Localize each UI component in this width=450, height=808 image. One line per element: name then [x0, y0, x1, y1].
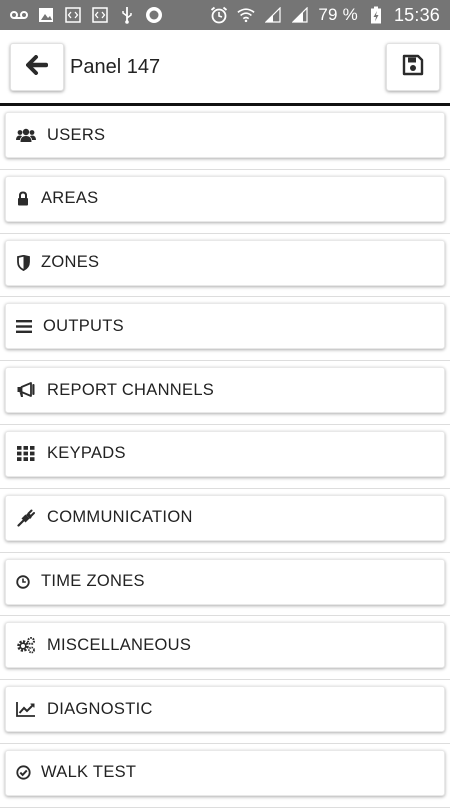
lock-icon: [15, 189, 31, 209]
menu-item-communication[interactable]: COMMUNICATION: [5, 494, 445, 541]
users-icon: [15, 125, 37, 145]
menu-item-label: ZONES: [41, 253, 100, 272]
list-item: WALK TEST: [0, 744, 450, 808]
alarm-icon: [210, 6, 228, 24]
save-button[interactable]: [386, 43, 440, 91]
battery-percent: 79 %: [318, 5, 358, 24]
signal-icon: [264, 7, 282, 23]
menu-item-label: TIME ZONES: [41, 572, 145, 591]
menu-item-label: MISCELLANEOUS: [47, 635, 192, 654]
clock-time: 15:36: [393, 4, 440, 25]
list-item: MISCELLANEOUS: [0, 616, 450, 681]
menu-item-users[interactable]: USERS: [5, 112, 445, 158]
list-item: ZONES: [0, 234, 450, 298]
menu-item-areas[interactable]: AREAS: [5, 175, 445, 222]
list-item: AREAS: [0, 170, 450, 234]
shield-icon: [15, 253, 31, 273]
menu-item-zones[interactable]: ZONES: [5, 239, 445, 286]
line-chart-icon: [15, 699, 37, 719]
menu-item-label: KEYPADS: [47, 444, 126, 463]
list-item: COMMUNICATION: [0, 489, 450, 553]
check-circle-icon: [15, 763, 31, 783]
menu-item-label: WALK TEST: [41, 763, 137, 782]
gears-icon: [15, 635, 37, 655]
keypad-grid-icon: [15, 444, 37, 464]
menu-item-label: OUTPUTS: [43, 316, 124, 335]
status-bar-right: 79 % 15:36: [210, 5, 440, 26]
battery-charging-icon: [367, 6, 385, 24]
menu-item-diagnostic[interactable]: DIAGNOSTIC: [5, 686, 445, 733]
list-item: REPORT CHANNELS: [0, 361, 450, 425]
image-icon: [37, 7, 55, 23]
list-item: KEYPADS: [0, 425, 450, 489]
menu-item-walk-test[interactable]: WALK TEST: [5, 749, 445, 796]
arrow-left-icon: [26, 54, 49, 80]
settings-menu: USERS AREAS ZONES OUTPUTS REPORT CHANNEL…: [0, 106, 450, 808]
menu-item-label: REPORT CHANNELS: [47, 380, 215, 399]
usb-icon: [118, 7, 136, 24]
list-item: DIAGNOSTIC: [0, 680, 450, 744]
menu-item-keypads[interactable]: KEYPADS: [5, 430, 445, 477]
plug-icon: [15, 508, 37, 528]
menu-item-report-channels[interactable]: REPORT CHANNELS: [5, 367, 445, 414]
menu-item-miscellaneous[interactable]: MISCELLANEOUS: [5, 622, 445, 669]
page-title: Panel 147: [70, 55, 161, 78]
list-item: TIME ZONES: [0, 553, 450, 617]
code-icon: [64, 7, 82, 23]
menu-item-label: USERS: [47, 125, 106, 144]
list-item: USERS: [0, 106, 450, 170]
floppy-disk-icon: [402, 54, 424, 81]
megaphone-icon: [15, 380, 37, 400]
status-bar: 79 % 15:36: [0, 0, 450, 30]
menu-item-label: AREAS: [41, 189, 99, 208]
record-icon: [145, 7, 163, 23]
menu-item-outputs[interactable]: OUTPUTS: [5, 303, 445, 350]
status-bar-left: [10, 7, 163, 24]
menu-item-label: DIAGNOSTIC: [47, 699, 153, 718]
voicemail-icon: [10, 7, 28, 23]
app-header: Panel 147: [0, 30, 450, 104]
menu-item-label: COMMUNICATION: [47, 508, 193, 527]
signal-icon: [291, 7, 309, 23]
back-button[interactable]: [10, 43, 64, 91]
clock-icon: [15, 572, 31, 592]
wifi-icon: [237, 7, 255, 23]
code-icon: [91, 7, 109, 23]
list-item: OUTPUTS: [0, 297, 450, 362]
bars-icon: [15, 316, 33, 336]
menu-item-time-zones[interactable]: TIME ZONES: [5, 558, 445, 605]
